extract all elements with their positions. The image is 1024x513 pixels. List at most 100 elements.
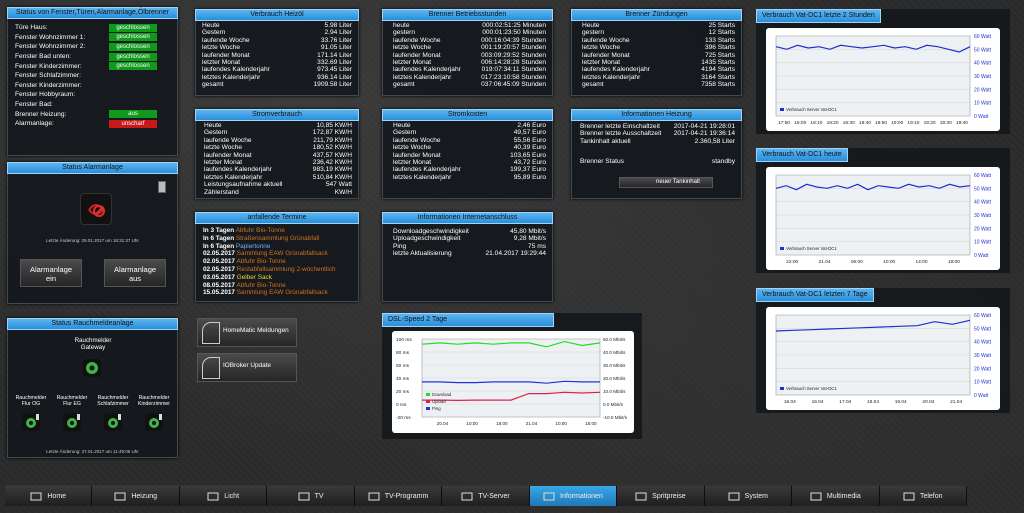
oil-row: laufender Monat 171.14 Liter — [202, 52, 352, 59]
smoke-detector[interactable]: Rauchmelder Flur OG — [12, 395, 50, 445]
power-row: letzter Monat 236,42 KW/H — [204, 159, 352, 166]
appointment-item: 03.05.2017 Gelber Sack — [203, 274, 354, 282]
media-icon — [810, 491, 822, 501]
burner-hours-label: letztes Kalenderjahr — [393, 73, 452, 81]
new-tank-button[interactable]: neuer Tankinhalt — [619, 177, 713, 188]
nav-label: Telefon — [919, 492, 943, 500]
appointment-text: Abfuhr Bio-Tonne — [236, 258, 286, 266]
appointments-panel: anfallende Termine In 3 Tagen Abfuhr Bio… — [195, 212, 359, 302]
alarm-on-button[interactable]: Alarmanlage ein — [20, 259, 82, 287]
internet-label: Downloadgeschwindigkeit — [393, 228, 469, 235]
nav-system[interactable]: System — [704, 486, 793, 506]
vat7d-chart-panel: Verbrauch Vat-DC1 letzten 7 Tage 60 Watt… — [756, 288, 1010, 413]
vatday-chart-title: Verbrauch Vat-DC1 heute — [756, 148, 848, 162]
y-left-tick-label: 60 ms — [396, 363, 410, 369]
nav-informationen[interactable]: Informationen — [529, 486, 618, 506]
nav-label: Informationen — [560, 492, 603, 500]
tv-guide-icon — [368, 491, 380, 501]
appointment-text: Straßensammlung Grünabfall — [235, 234, 320, 242]
nav-licht[interactable]: Licht — [179, 486, 268, 506]
homematic-icon — [202, 322, 220, 344]
alarm-toggle-icon[interactable] — [158, 181, 166, 193]
gateway-icon[interactable] — [83, 359, 101, 377]
nav-multimedia[interactable]: Multimedia — [792, 486, 880, 506]
power-cost-value: 95,89 Euro — [513, 173, 546, 181]
oil-label: laufende Woche — [202, 36, 250, 44]
nav-label: Multimedia — [826, 492, 861, 500]
internet-row: Downloadgeschwindigkeit 45,80 Mbit/s — [393, 228, 546, 235]
burner-status-value: standby — [711, 158, 735, 165]
smoke-detector-label: Rauchmelder Kinderzimmer — [138, 395, 170, 407]
ignitions-label: laufende Woche — [582, 36, 630, 44]
power-cost-value: 49,57 Euro — [513, 129, 546, 137]
appointment-date: In 3 Tagen — [203, 227, 235, 234]
oil-value: 936.14 Liter — [317, 73, 352, 81]
ignitions-value: 396 Starts — [704, 44, 735, 52]
warning-icon — [543, 491, 555, 501]
burner-status-row: Brenner Status standby — [580, 158, 735, 165]
oil-value: 91.05 Liter — [320, 44, 352, 52]
x-tick-label: 18:00 — [794, 120, 806, 126]
appointment-item: In 3 Tagen Abfuhr Bio-Tonne — [203, 227, 354, 235]
smoke-detector[interactable]: Rauchmelder Flur EG — [53, 395, 91, 445]
iobroker-update-button[interactable]: IOBroker Update — [197, 353, 297, 382]
power-cost-row: laufender Monat 103,65 Euro — [393, 152, 546, 159]
burner-hours-label: heute — [393, 22, 410, 29]
y-left-tick-label: 0 ms — [396, 402, 407, 408]
smoke-detector[interactable]: Rauchmelder Kinderzimmer — [135, 395, 173, 445]
y-tick-label: 60 Watt — [974, 34, 992, 40]
nav-spritpreise[interactable]: Spritpreise — [617, 486, 705, 506]
nav-tv-server[interactable]: TV-Server — [442, 486, 530, 506]
y-tick-label: 40 Watt — [974, 340, 992, 346]
ignitions-row: letzter Monat 1435 Starts — [582, 59, 735, 66]
burner-hours-row: letztes Kalenderjahr 017:23:10:58 Stunden — [393, 74, 546, 81]
nav-label: TV-Server — [478, 492, 510, 500]
smoke-detector-icon — [22, 413, 40, 431]
smoke-detector[interactable]: Rauchmelder Schlafzimmer — [94, 395, 132, 445]
power-cost-label: Heute — [393, 122, 411, 129]
legend-swatch — [780, 387, 784, 390]
y-left-tick-label: 80 ms — [396, 350, 410, 356]
x-tick-label: 16.04 — [812, 399, 824, 405]
appointment-date: 02.05.2017 — [203, 265, 235, 273]
y-tick-label: 50 Watt — [974, 186, 992, 192]
power-cost-row: letztes Kalenderjahr 95,89 Euro — [393, 174, 546, 181]
vat2h-chart-title: Verbrauch Vat-DC1 letzte 2 Stunden — [756, 9, 881, 23]
internet-row: Ping 75 ms — [393, 243, 546, 250]
y-tick-label: 50 Watt — [974, 326, 992, 332]
oil-label: Heute — [202, 22, 220, 29]
power-label: letzte Woche — [204, 144, 242, 152]
heating-info-row: Tankinhalt aktuell 2.360,58 Liter — [580, 138, 735, 145]
status-label: Fenster Kinderzimmer: — [15, 81, 82, 89]
ignitions-value: 4194 Starts — [701, 66, 735, 74]
nav-telefon[interactable]: Telefon — [879, 486, 967, 506]
fuel-icon — [635, 491, 647, 501]
ignitions-label: letzter Monat — [582, 58, 621, 66]
alarm-off-button[interactable]: Alarmanlage aus — [104, 259, 166, 287]
y-right-tick-label: 30.0 Mbit/s — [603, 363, 626, 368]
ignitions-value: 3164 Starts — [701, 73, 735, 81]
nav-home[interactable]: Home — [5, 486, 93, 506]
homematic-messages-button[interactable]: HomeMatic Meldungen — [197, 318, 297, 347]
y-tick-label: 40 Watt — [974, 200, 992, 206]
ignitions-value: 12 Starts — [708, 29, 735, 37]
nav-heizung[interactable]: Heizung — [92, 486, 180, 506]
heating-info-row: Brenner letzte Ausschaltzeit 2017-04-21 1… — [580, 130, 735, 137]
y-tick-label: 40 Watt — [974, 61, 992, 67]
house-icon — [30, 491, 42, 501]
ignitions-label: laufender Monat — [582, 51, 630, 59]
power-row: Gestern 172,87 KW/H — [204, 129, 352, 136]
nav-tv[interactable]: TV — [267, 486, 355, 506]
ignitions-row: gesamt 7358 Starts — [582, 81, 735, 88]
ignitions-row: gestern 12 Starts — [582, 29, 735, 36]
y-tick-label: 0 Watt — [974, 393, 989, 399]
power-value: 236,42 KW/H — [312, 158, 352, 166]
power-cost-value: 43,72 Euro — [513, 158, 546, 166]
ignitions-row: laufendes Kalenderjahr 4194 Starts — [582, 66, 735, 73]
status-row: Alarmanlage: unscharf — [15, 119, 157, 129]
status-row: Fenster Wohnzimmer 1: geschlossen — [15, 33, 157, 43]
nav-tv-programm[interactable]: TV-Programm — [354, 486, 443, 506]
alarm-status-icon — [80, 193, 112, 225]
y-tick-label: 10 Watt — [974, 240, 992, 246]
x-tick-label: 18:00 — [585, 421, 597, 426]
